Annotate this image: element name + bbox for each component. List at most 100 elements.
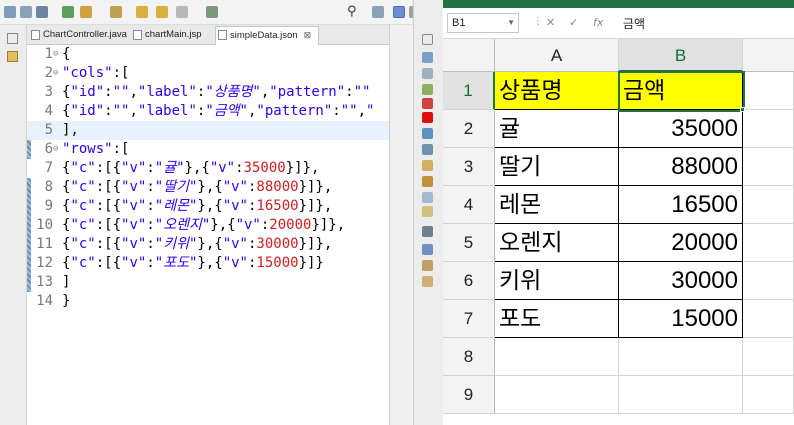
code-line[interactable]: 12 {"c":[{"v":"포도"},{"v":15000}]} [27, 254, 389, 273]
formula-input[interactable]: 금액 [623, 15, 645, 32]
chevron-down-icon[interactable]: ▼ [507, 14, 515, 32]
code-line[interactable]: 5], [27, 121, 389, 140]
restore-icon[interactable] [7, 33, 18, 44]
code-line[interactable]: 4 {"id":"","label":"금액","pattern":""," [27, 102, 389, 121]
row-header[interactable]: 9 [443, 376, 495, 414]
row-header[interactable]: 7 [443, 300, 495, 338]
sheet-cell[interactable]: 상품명 [495, 72, 619, 110]
snippets-icon[interactable] [422, 176, 433, 187]
fold-toggle-icon[interactable]: ⊖ [53, 140, 58, 159]
nav-icon[interactable] [176, 6, 188, 18]
code-line[interactable]: 8 {"c":[{"v":"딸기"},{"v":88000}]}, [27, 178, 389, 197]
sheet-cell[interactable] [743, 224, 794, 262]
code-editor[interactable]: 1 ⊖{2 ⊖ "cols":[3 {"id":"","label":"상품명","pa… [27, 45, 389, 425]
code-line[interactable]: 10 {"c":[{"v":"오렌지"},{"v":20000}]}, [27, 216, 389, 235]
external-tools-icon[interactable] [110, 6, 122, 18]
search-icon[interactable]: ⚲ [347, 4, 357, 19]
declaration-icon[interactable] [422, 260, 433, 271]
sheet-cell[interactable]: 88000 [619, 148, 743, 186]
sheet-cell[interactable] [743, 376, 794, 414]
sheet-cell[interactable]: 레몬 [495, 186, 619, 224]
sheet-cell[interactable] [743, 186, 794, 224]
code-line[interactable]: 6 ⊖ "rows":[ [27, 140, 389, 159]
forward-icon[interactable] [156, 6, 168, 18]
markers-icon[interactable] [422, 112, 433, 123]
sheet-cell[interactable] [743, 110, 794, 148]
sheet-cell[interactable]: 포도 [495, 300, 619, 338]
column-header-c[interactable] [743, 39, 794, 72]
sheet-cell[interactable]: 귤 [495, 110, 619, 148]
row-header[interactable]: 2 [443, 110, 495, 148]
sheet-cell[interactable] [495, 376, 619, 414]
save-icon[interactable] [20, 6, 32, 18]
problems-icon[interactable] [422, 276, 433, 287]
open-perspective-icon[interactable] [206, 6, 218, 18]
tab-simpledata[interactable]: simpleData.json ⊠ [215, 26, 319, 46]
row-header[interactable]: 5 [443, 224, 495, 262]
javadoc-icon[interactable] [422, 244, 433, 255]
sheet-cell[interactable] [743, 72, 794, 110]
history-icon[interactable] [422, 206, 433, 217]
sheet-cell[interactable]: 딸기 [495, 148, 619, 186]
code-line[interactable]: 7 {"c":[{"v":"귤"},{"v":35000}]}, [27, 159, 389, 178]
restore-icon-2[interactable] [422, 226, 433, 237]
sheet-cell[interactable] [619, 338, 743, 376]
column-header-a[interactable]: A [495, 39, 619, 72]
column-header-b[interactable]: B [619, 39, 743, 72]
sheet-cell[interactable]: 30000 [619, 262, 743, 300]
row-header[interactable]: 8 [443, 338, 495, 376]
row-header[interactable]: 3 [443, 148, 495, 186]
task-list-icon[interactable] [422, 68, 433, 79]
outline-icon[interactable] [422, 52, 433, 63]
code-line[interactable]: 9 {"c":[{"v":"레몬"},{"v":16500}]}, [27, 197, 389, 216]
insert-function-icon[interactable]: fx [593, 16, 603, 29]
row-header[interactable]: 6 [443, 262, 495, 300]
sheet-cell[interactable]: 오렌지 [495, 224, 619, 262]
sheet-cell[interactable] [619, 376, 743, 414]
new-icon[interactable] [4, 6, 16, 18]
row-header[interactable]: 1 [443, 72, 495, 110]
servers-icon[interactable] [422, 98, 433, 109]
code-line[interactable]: 3 {"id":"","label":"상품명","pattern":"" [27, 83, 389, 102]
sheet-cell[interactable]: 15000 [619, 300, 743, 338]
sheet-cell[interactable] [743, 148, 794, 186]
run-icon[interactable] [62, 6, 74, 18]
fill-handle[interactable] [740, 107, 745, 112]
palette-icon[interactable] [422, 84, 433, 95]
fold-toggle-icon[interactable]: ⊖ [53, 64, 58, 83]
properties-icon[interactable] [422, 144, 433, 155]
sheet-cell[interactable] [743, 300, 794, 338]
data-source-icon[interactable] [422, 192, 433, 203]
sheet-cell[interactable]: 키위 [495, 262, 619, 300]
console-icon[interactable] [422, 128, 433, 139]
code-line[interactable]: 2 ⊖ "cols":[ [27, 64, 389, 83]
close-tab-icon[interactable]: ⊠ [304, 30, 312, 40]
build-icon[interactable] [80, 6, 92, 18]
search-view-icon[interactable] [422, 160, 433, 171]
debug-icon[interactable] [36, 6, 48, 18]
code-line[interactable]: 14} [27, 292, 389, 311]
java-ee-perspective-icon[interactable] [393, 6, 405, 18]
row-header[interactable]: 4 [443, 186, 495, 224]
sheet-cell[interactable] [743, 338, 794, 376]
select-all-corner[interactable] [443, 39, 495, 72]
cancel-icon[interactable]: ✕ [546, 16, 555, 29]
sheet-cell[interactable]: 35000 [619, 110, 743, 148]
enter-icon[interactable]: ✓ [569, 16, 578, 29]
back-icon[interactable] [136, 6, 148, 18]
code-line[interactable]: 11 {"c":[{"v":"키위"},{"v":30000}]}, [27, 235, 389, 254]
name-box[interactable]: B1 ▼ [447, 13, 519, 33]
sheet-cell[interactable] [495, 338, 619, 376]
tab-chartcontroller[interactable]: ChartController.java [29, 27, 127, 45]
code-line[interactable]: 1 ⊖{ [27, 45, 389, 64]
sheet-cell[interactable] [743, 262, 794, 300]
code-line[interactable]: 13] [27, 273, 389, 292]
project-explorer-icon[interactable] [7, 51, 18, 62]
restore-icon[interactable] [422, 34, 433, 45]
perspective-icon[interactable] [372, 6, 384, 18]
sheet-cell[interactable]: 16500 [619, 186, 743, 224]
tab-chartmain[interactable]: chartMain.jsp [131, 27, 211, 45]
code-text: {"id":"","label":"상품명","pattern":"" [62, 84, 371, 100]
fold-toggle-icon[interactable]: ⊖ [53, 45, 58, 64]
sheet-cell[interactable]: 20000 [619, 224, 743, 262]
